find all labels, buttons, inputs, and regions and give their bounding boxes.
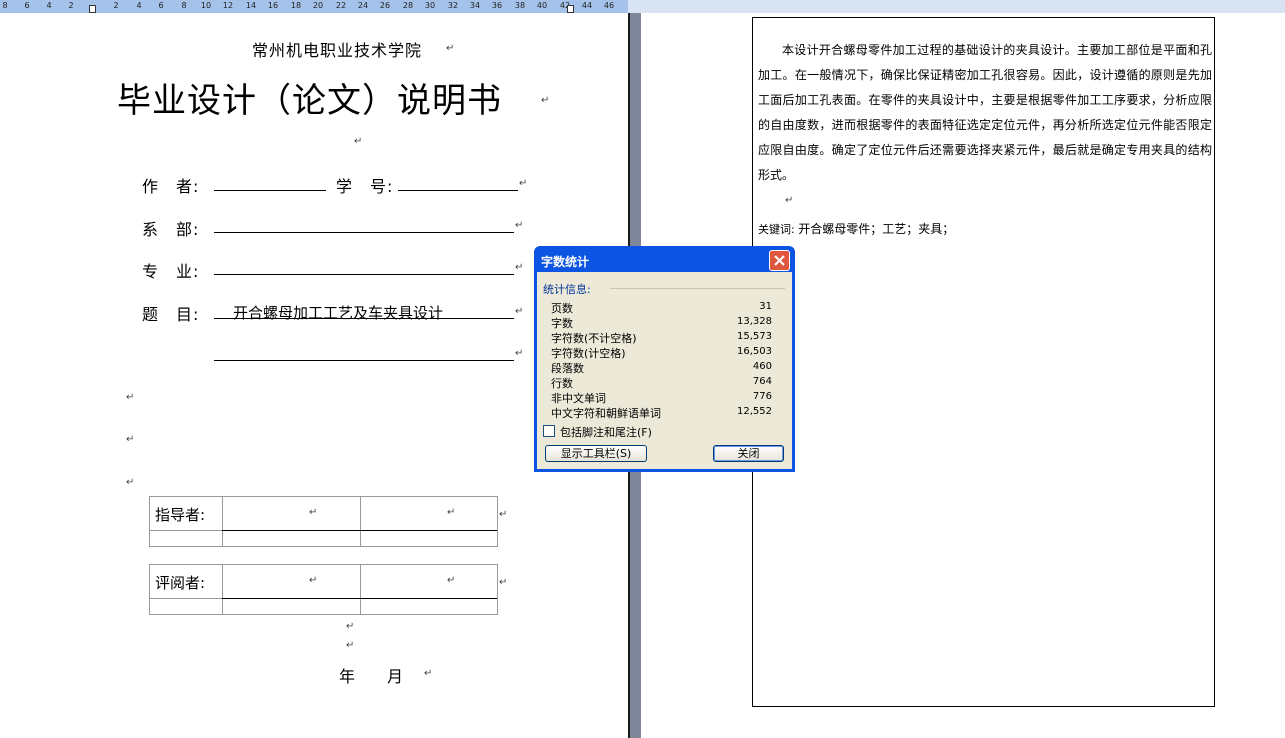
paragraph-mark: ↵ [541, 95, 550, 106]
stat-value: 776 [752, 391, 772, 402]
ruler-tick: 8 [2, 1, 8, 10]
footnotes-checkbox-label: 包括脚注和尾注(F) [560, 426, 652, 439]
ruler-tick: 34 [469, 1, 481, 10]
ruler-tick: 2 [113, 1, 119, 10]
stat-value: 31 [759, 301, 772, 312]
stat-name: 字符数(计空格) [551, 347, 626, 360]
date-text: 年 月 [339, 667, 404, 686]
cell-mark: ↵ [447, 575, 456, 586]
stat-name: 页数 [551, 302, 573, 315]
advisor-table[interactable]: 指导者: ↵ ↵ [149, 496, 498, 547]
student-no-label: 学 号: [336, 177, 394, 196]
reviewer-label: 评阅者: [155, 574, 206, 592]
topic-field-line2[interactable] [214, 360, 514, 361]
ruler-tick: 18 [290, 1, 302, 10]
major-field[interactable] [214, 274, 514, 275]
footnotes-checkbox[interactable] [543, 425, 555, 437]
ruler-tick: 4 [46, 1, 52, 10]
cell-mark: ↵ [447, 507, 456, 518]
paragraph-mark: ↵ [424, 668, 433, 679]
author-label: 作 者: [142, 177, 200, 196]
dialog-title: 字数统计 [541, 255, 590, 269]
stat-value: 460 [752, 361, 772, 372]
ruler-tick: 40 [536, 1, 548, 10]
paragraph-mark: ↵ [519, 178, 528, 189]
ruler-tick: 20 [312, 1, 324, 10]
topic-field[interactable] [214, 318, 514, 319]
ruler-tick: 6 [158, 1, 164, 10]
paragraph-mark: ↵ [346, 621, 355, 632]
horizontal-ruler[interactable]: 8 6 4 2 2 4 6 8 10 12 14 16 18 20 22 24 … [0, 0, 628, 13]
ruler-tick: 16 [267, 1, 279, 10]
paragraph-mark: ↵ [126, 434, 135, 445]
ruler-tick: 10 [200, 1, 212, 10]
author-field[interactable] [214, 190, 326, 191]
keywords-label: 关键词: [758, 223, 795, 236]
stat-name: 行数 [551, 377, 573, 390]
ruler-tick: 12 [222, 1, 234, 10]
major-label: 专 业: [142, 262, 200, 281]
stat-name: 段落数 [551, 362, 584, 375]
row-mark: ↵ [499, 509, 508, 520]
ruler-tick: 24 [357, 1, 369, 10]
paragraph-mark: ↵ [126, 477, 135, 488]
stat-value: 12,552 [737, 406, 772, 417]
department-label: 系 部: [142, 220, 200, 239]
stat-value: 13,328 [737, 316, 772, 327]
right-indent-marker[interactable] [567, 5, 574, 13]
ruler-tick: 26 [379, 1, 391, 10]
department-field[interactable] [214, 232, 514, 233]
ruler-tick: 4 [136, 1, 142, 10]
paragraph-mark: ↵ [346, 640, 355, 651]
college-name: 常州机电职业技术学院 [252, 41, 423, 60]
cell-mark: ↵ [309, 575, 318, 586]
paragraph-mark: ↵ [515, 262, 524, 273]
keywords-line: 关键词: 开合螺母零件；工艺；夹具； [758, 220, 954, 237]
cell-mark: ↵ [309, 507, 318, 518]
stat-name: 字符数(不计空格) [551, 332, 637, 345]
show-toolbar-button[interactable]: 显示工具栏(S) [545, 445, 647, 462]
topic-value: 开合螺母加工工艺及车夹具设计 [233, 304, 444, 322]
stat-name: 非中文单词 [551, 392, 606, 405]
stats-section-label: 统计信息: [543, 283, 591, 296]
ruler-tick: 46 [603, 1, 615, 10]
stat-value: 16,503 [737, 346, 772, 357]
close-icon [774, 255, 785, 266]
paragraph-mark: ↵ [446, 43, 455, 54]
document-title: 毕业设计（论文）说明书 [117, 81, 502, 121]
paragraph-mark: ↵ [515, 220, 524, 231]
paragraph-mark: ↵ [515, 348, 524, 359]
student-no-field[interactable] [398, 190, 518, 191]
ruler-tick: 36 [491, 1, 503, 10]
row-mark: ↵ [499, 577, 508, 588]
advisor-label: 指导者: [155, 506, 206, 524]
stat-name: 中文字符和朝鲜语单词 [551, 407, 661, 420]
stat-value: 15,573 [737, 331, 772, 342]
ruler-tick: 30 [424, 1, 436, 10]
ruler-tick: 22 [335, 1, 347, 10]
topic-label: 题 目: [142, 305, 200, 324]
close-button[interactable]: 关闭 [713, 445, 784, 462]
ruler-tick: 38 [514, 1, 526, 10]
paragraph-mark: ↵ [126, 392, 135, 403]
paragraph-mark: ↵ [785, 195, 794, 206]
paragraph-mark: ↵ [515, 306, 524, 317]
paragraph-mark: ↵ [354, 136, 363, 147]
stat-name: 字数 [551, 317, 573, 330]
ruler-tick: 6 [24, 1, 30, 10]
ruler-tick: 2 [68, 1, 74, 10]
stat-value: 764 [752, 376, 772, 387]
dialog-close-button[interactable] [769, 250, 790, 271]
ruler-background [628, 0, 1285, 13]
ruler-tick: 14 [245, 1, 257, 10]
ruler-tick: 28 [402, 1, 414, 10]
indent-marker[interactable] [89, 5, 96, 13]
reviewer-table[interactable]: 评阅者: ↵ ↵ [149, 564, 498, 615]
keywords-value: 开合螺母零件；工艺；夹具； [798, 222, 955, 236]
ruler-tick: 8 [181, 1, 187, 10]
abstract-text: 本设计开合螺母零件加工过程的基础设计的夹具设计。主要加工部位是平面和孔加工。在一… [758, 43, 1212, 182]
section-divider [610, 288, 785, 289]
ruler-tick: 44 [581, 1, 593, 10]
ruler-tick: 32 [447, 1, 459, 10]
